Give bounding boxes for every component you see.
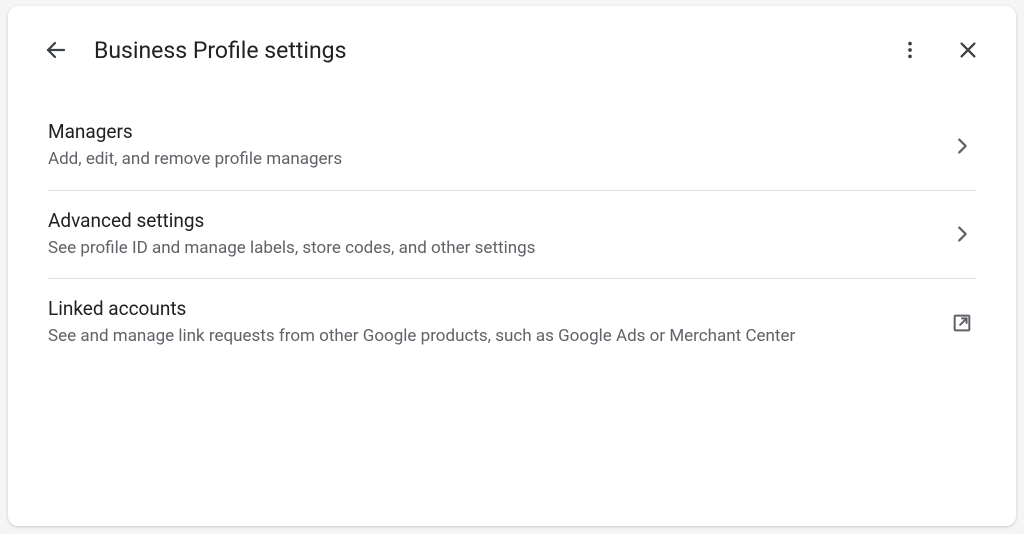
item-text: Linked accounts See and manage link requ… <box>48 297 948 349</box>
settings-item-linked-accounts[interactable]: Linked accounts See and manage link requ… <box>48 279 976 367</box>
item-title: Managers <box>48 120 928 143</box>
chevron-right-icon <box>948 223 976 245</box>
close-icon <box>957 39 979 61</box>
item-description: Add, edit, and remove profile managers <box>48 147 928 172</box>
item-description: See profile ID and manage labels, store … <box>48 236 928 261</box>
more-vert-icon <box>899 39 921 61</box>
open-external-icon <box>948 312 976 334</box>
settings-item-advanced[interactable]: Advanced settings See profile ID and man… <box>48 191 976 280</box>
header-actions <box>890 30 988 70</box>
item-text: Advanced settings See profile ID and man… <box>48 209 948 261</box>
item-title: Linked accounts <box>48 297 928 320</box>
arrow-left-icon <box>44 38 68 62</box>
settings-item-managers[interactable]: Managers Add, edit, and remove profile m… <box>48 102 976 191</box>
header: Business Profile settings <box>36 26 988 74</box>
chevron-right-icon <box>948 135 976 157</box>
item-description: See and manage link requests from other … <box>48 324 928 349</box>
more-options-button[interactable] <box>890 30 930 70</box>
page-title: Business Profile settings <box>94 37 890 64</box>
back-button[interactable] <box>36 30 76 70</box>
item-text: Managers Add, edit, and remove profile m… <box>48 120 948 172</box>
close-button[interactable] <box>948 30 988 70</box>
item-title: Advanced settings <box>48 209 928 232</box>
settings-card: Business Profile settings Managers <box>8 6 1016 526</box>
settings-list: Managers Add, edit, and remove profile m… <box>36 102 988 367</box>
